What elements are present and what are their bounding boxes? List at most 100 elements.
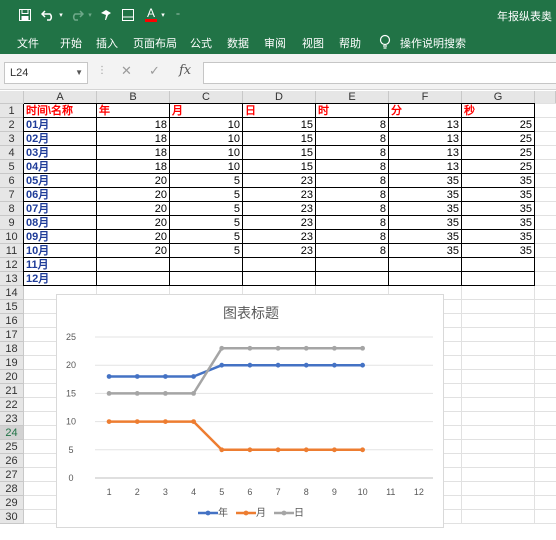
customize-toolbar-icon[interactable]: ⁼ — [173, 7, 183, 23]
data-cell[interactable]: 23 — [243, 202, 315, 216]
row-header-21[interactable]: 21 — [0, 384, 24, 398]
data-cell[interactable]: 15 — [243, 146, 315, 160]
data-cell[interactable]: 35 — [462, 202, 534, 216]
row-header-26[interactable]: 26 — [0, 454, 24, 468]
data-cell[interactable]: 20 — [97, 216, 169, 230]
data-cell[interactable]: 20 — [97, 230, 169, 244]
data-cell[interactable]: 8 — [316, 244, 388, 258]
row-header-3[interactable]: 3 — [0, 132, 24, 146]
lightbulb-icon[interactable] — [379, 34, 393, 50]
tab-home[interactable]: 开始 — [60, 35, 82, 51]
data-cell[interactable]: 35 — [462, 188, 534, 202]
data-cell[interactable]: 5 — [170, 188, 242, 202]
data-cell[interactable]: 5 — [170, 216, 242, 230]
data-cell[interactable]: 25 — [462, 160, 534, 174]
data-cell[interactable]: 13 — [389, 132, 461, 146]
row-header-6[interactable]: 6 — [0, 174, 24, 188]
row-header-5[interactable]: 5 — [0, 160, 24, 174]
formula-input[interactable] — [203, 62, 556, 84]
header-cell[interactable]: 日 — [243, 104, 315, 118]
data-cell[interactable]: 15 — [243, 132, 315, 146]
row-header-19[interactable]: 19 — [0, 356, 24, 370]
data-cell[interactable]: 8 — [316, 174, 388, 188]
row-header-24[interactable]: 24 — [0, 426, 24, 440]
row-label-cell[interactable]: 04月 — [24, 160, 96, 174]
data-cell[interactable]: 35 — [462, 174, 534, 188]
data-cell[interactable]: 35 — [389, 174, 461, 188]
data-cell[interactable]: 23 — [243, 174, 315, 188]
data-cell[interactable]: 8 — [316, 202, 388, 216]
row-header-8[interactable]: 8 — [0, 202, 24, 216]
header-cell[interactable]: 时间\名称 — [24, 104, 96, 118]
data-cell[interactable]: 20 — [97, 174, 169, 188]
data-cell[interactable]: 35 — [389, 244, 461, 258]
row-header-16[interactable]: 16 — [0, 314, 24, 328]
data-cell[interactable] — [170, 272, 242, 286]
header-cell[interactable]: 秒 — [462, 104, 534, 118]
row-header-7[interactable]: 7 — [0, 188, 24, 202]
data-cell[interactable]: 15 — [243, 160, 315, 174]
data-cell[interactable]: 23 — [243, 230, 315, 244]
row-header-27[interactable]: 27 — [0, 468, 24, 482]
data-cell[interactable]: 13 — [389, 160, 461, 174]
undo-icon[interactable] — [40, 7, 56, 23]
row-label-cell[interactable]: 01月 — [24, 118, 96, 132]
tab-view[interactable]: 视图 — [302, 35, 324, 51]
undo-dropdown-icon[interactable]: ▾ — [57, 7, 65, 23]
row-label-cell[interactable]: 05月 — [24, 174, 96, 188]
row-header-11[interactable]: 11 — [0, 244, 24, 258]
data-cell[interactable]: 10 — [170, 132, 242, 146]
data-cell[interactable]: 25 — [462, 118, 534, 132]
row-header-15[interactable]: 15 — [0, 300, 24, 314]
data-cell[interactable]: 25 — [462, 146, 534, 160]
row-header-18[interactable]: 18 — [0, 342, 24, 356]
data-cell[interactable]: 8 — [316, 230, 388, 244]
row-header-1[interactable]: 1 — [0, 104, 24, 118]
data-cell[interactable]: 5 — [170, 202, 242, 216]
data-cell[interactable]: 25 — [462, 132, 534, 146]
data-cell[interactable]: 20 — [97, 202, 169, 216]
data-cell[interactable] — [243, 258, 315, 272]
data-cell[interactable]: 35 — [389, 230, 461, 244]
data-cell[interactable]: 35 — [389, 188, 461, 202]
row-header-2[interactable]: 2 — [0, 118, 24, 132]
row-header-17[interactable]: 17 — [0, 328, 24, 342]
data-cell[interactable]: 35 — [462, 244, 534, 258]
row-label-cell[interactable]: 08月 — [24, 216, 96, 230]
row-header-30[interactable]: 30 — [0, 510, 24, 524]
select-all-corner[interactable] — [0, 91, 24, 104]
row-label-cell[interactable]: 07月 — [24, 202, 96, 216]
header-cell[interactable]: 年 — [97, 104, 169, 118]
save-icon[interactable] — [18, 7, 32, 23]
data-cell[interactable] — [389, 272, 461, 286]
data-cell[interactable]: 18 — [97, 118, 169, 132]
header-cell[interactable]: 分 — [389, 104, 461, 118]
data-cell[interactable]: 10 — [170, 160, 242, 174]
row-header-25[interactable]: 25 — [0, 440, 24, 454]
data-cell[interactable] — [170, 258, 242, 272]
row-label-cell[interactable]: 06月 — [24, 188, 96, 202]
tab-data[interactable]: 数据 — [227, 35, 249, 51]
data-cell[interactable]: 5 — [170, 230, 242, 244]
data-cell[interactable]: 10 — [170, 146, 242, 160]
data-cell[interactable] — [97, 272, 169, 286]
data-cell[interactable] — [97, 258, 169, 272]
row-header-13[interactable]: 13 — [0, 272, 24, 286]
row-header-10[interactable]: 10 — [0, 230, 24, 244]
data-cell[interactable] — [316, 258, 388, 272]
data-cell[interactable] — [389, 258, 461, 272]
data-cell[interactable]: 13 — [389, 146, 461, 160]
row-header-22[interactable]: 22 — [0, 398, 24, 412]
row-header-29[interactable]: 29 — [0, 496, 24, 510]
data-cell[interactable]: 5 — [170, 174, 242, 188]
data-cell[interactable]: 35 — [462, 216, 534, 230]
data-cell[interactable]: 35 — [389, 216, 461, 230]
tell-me-search[interactable]: 操作说明搜索 — [400, 35, 466, 51]
cancel-icon[interactable]: ✕ — [121, 63, 132, 79]
row-header-12[interactable]: 12 — [0, 258, 24, 272]
data-cell[interactable] — [462, 258, 534, 272]
row-label-cell[interactable]: 12月 — [24, 272, 96, 286]
enter-icon[interactable]: ✓ — [149, 63, 160, 79]
row-header-20[interactable]: 20 — [0, 370, 24, 384]
row-header-9[interactable]: 9 — [0, 216, 24, 230]
